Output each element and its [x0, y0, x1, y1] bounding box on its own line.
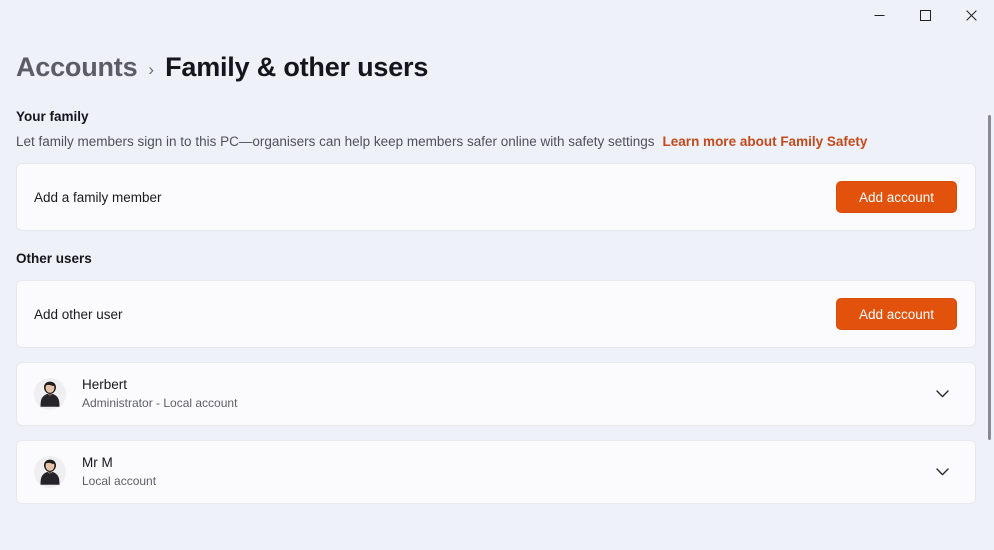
close-icon — [966, 10, 977, 21]
minimize-button[interactable] — [856, 0, 902, 30]
breadcrumb-parent-accounts[interactable]: Accounts — [16, 52, 137, 83]
add-other-user-account-button[interactable]: Add account — [836, 298, 957, 330]
avatar — [34, 456, 66, 488]
user-row-mr-m[interactable]: Mr M Local account — [16, 440, 976, 504]
maximize-button[interactable] — [902, 0, 948, 30]
family-description-text: Let family members sign in to this PC—or… — [16, 134, 655, 149]
maximize-icon — [920, 10, 931, 21]
vertical-scrollbar[interactable] — [982, 30, 994, 550]
scrollbar-thumb[interactable] — [988, 115, 991, 440]
user-account-type: Administrator - Local account — [82, 395, 925, 412]
add-family-account-button[interactable]: Add account — [836, 181, 957, 213]
user-name: Mr M — [82, 454, 925, 472]
add-family-member-label: Add a family member — [34, 190, 836, 205]
close-button[interactable] — [948, 0, 994, 30]
minimize-icon — [874, 10, 885, 21]
settings-page: Accounts › Family & other users Your fam… — [0, 30, 994, 550]
expand-user-button[interactable] — [925, 377, 959, 411]
section-heading-your-family: Your family — [16, 109, 976, 124]
avatar — [34, 378, 66, 410]
user-text: Mr M Local account — [82, 454, 925, 490]
chevron-down-icon — [936, 390, 949, 398]
page-title: Family & other users — [165, 52, 428, 83]
add-other-user-row: Add other user Add account — [16, 280, 976, 348]
breadcrumb: Accounts › Family & other users — [16, 30, 976, 89]
title-bar — [0, 0, 994, 30]
chevron-down-icon — [936, 468, 949, 476]
chevron-right-icon: › — [148, 58, 154, 78]
person-photo-avatar-icon — [34, 378, 66, 410]
user-name: Herbert — [82, 376, 925, 394]
add-family-member-row: Add a family member Add account — [16, 163, 976, 231]
learn-more-family-safety-link[interactable]: Learn more about Family Safety — [663, 134, 868, 149]
person-photo-avatar-icon — [34, 456, 66, 488]
section-heading-other-users: Other users — [16, 251, 976, 266]
expand-user-button[interactable] — [925, 455, 959, 489]
add-other-user-label: Add other user — [34, 307, 836, 322]
user-text: Herbert Administrator - Local account — [82, 376, 925, 412]
family-description: Let family members sign in to this PC—or… — [16, 134, 976, 149]
user-account-type: Local account — [82, 473, 925, 490]
user-row-herbert[interactable]: Herbert Administrator - Local account — [16, 362, 976, 426]
